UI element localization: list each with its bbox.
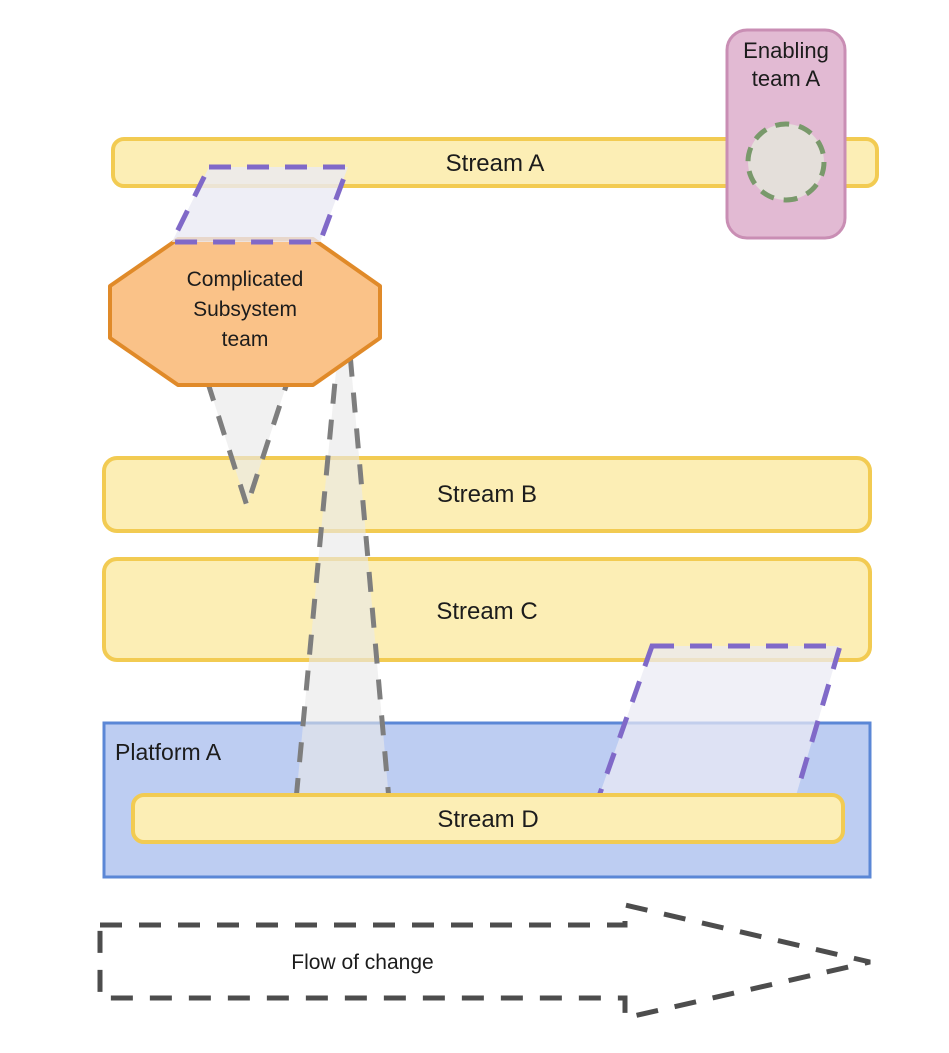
team-topologies-diagram: Stream A Stream B Stream C Stream D Plat… xyxy=(0,0,949,1053)
flow-of-change-arrow-shape xyxy=(97,901,871,1022)
diagram-canvas xyxy=(97,28,879,1022)
complicated-subsystem-team-shape[interactable] xyxy=(108,237,382,387)
facilitating-circle-icon xyxy=(745,121,827,203)
stream-d-bar[interactable] xyxy=(131,793,845,844)
stream-b-bar[interactable] xyxy=(102,456,872,533)
stream-c-bar[interactable] xyxy=(102,557,872,662)
